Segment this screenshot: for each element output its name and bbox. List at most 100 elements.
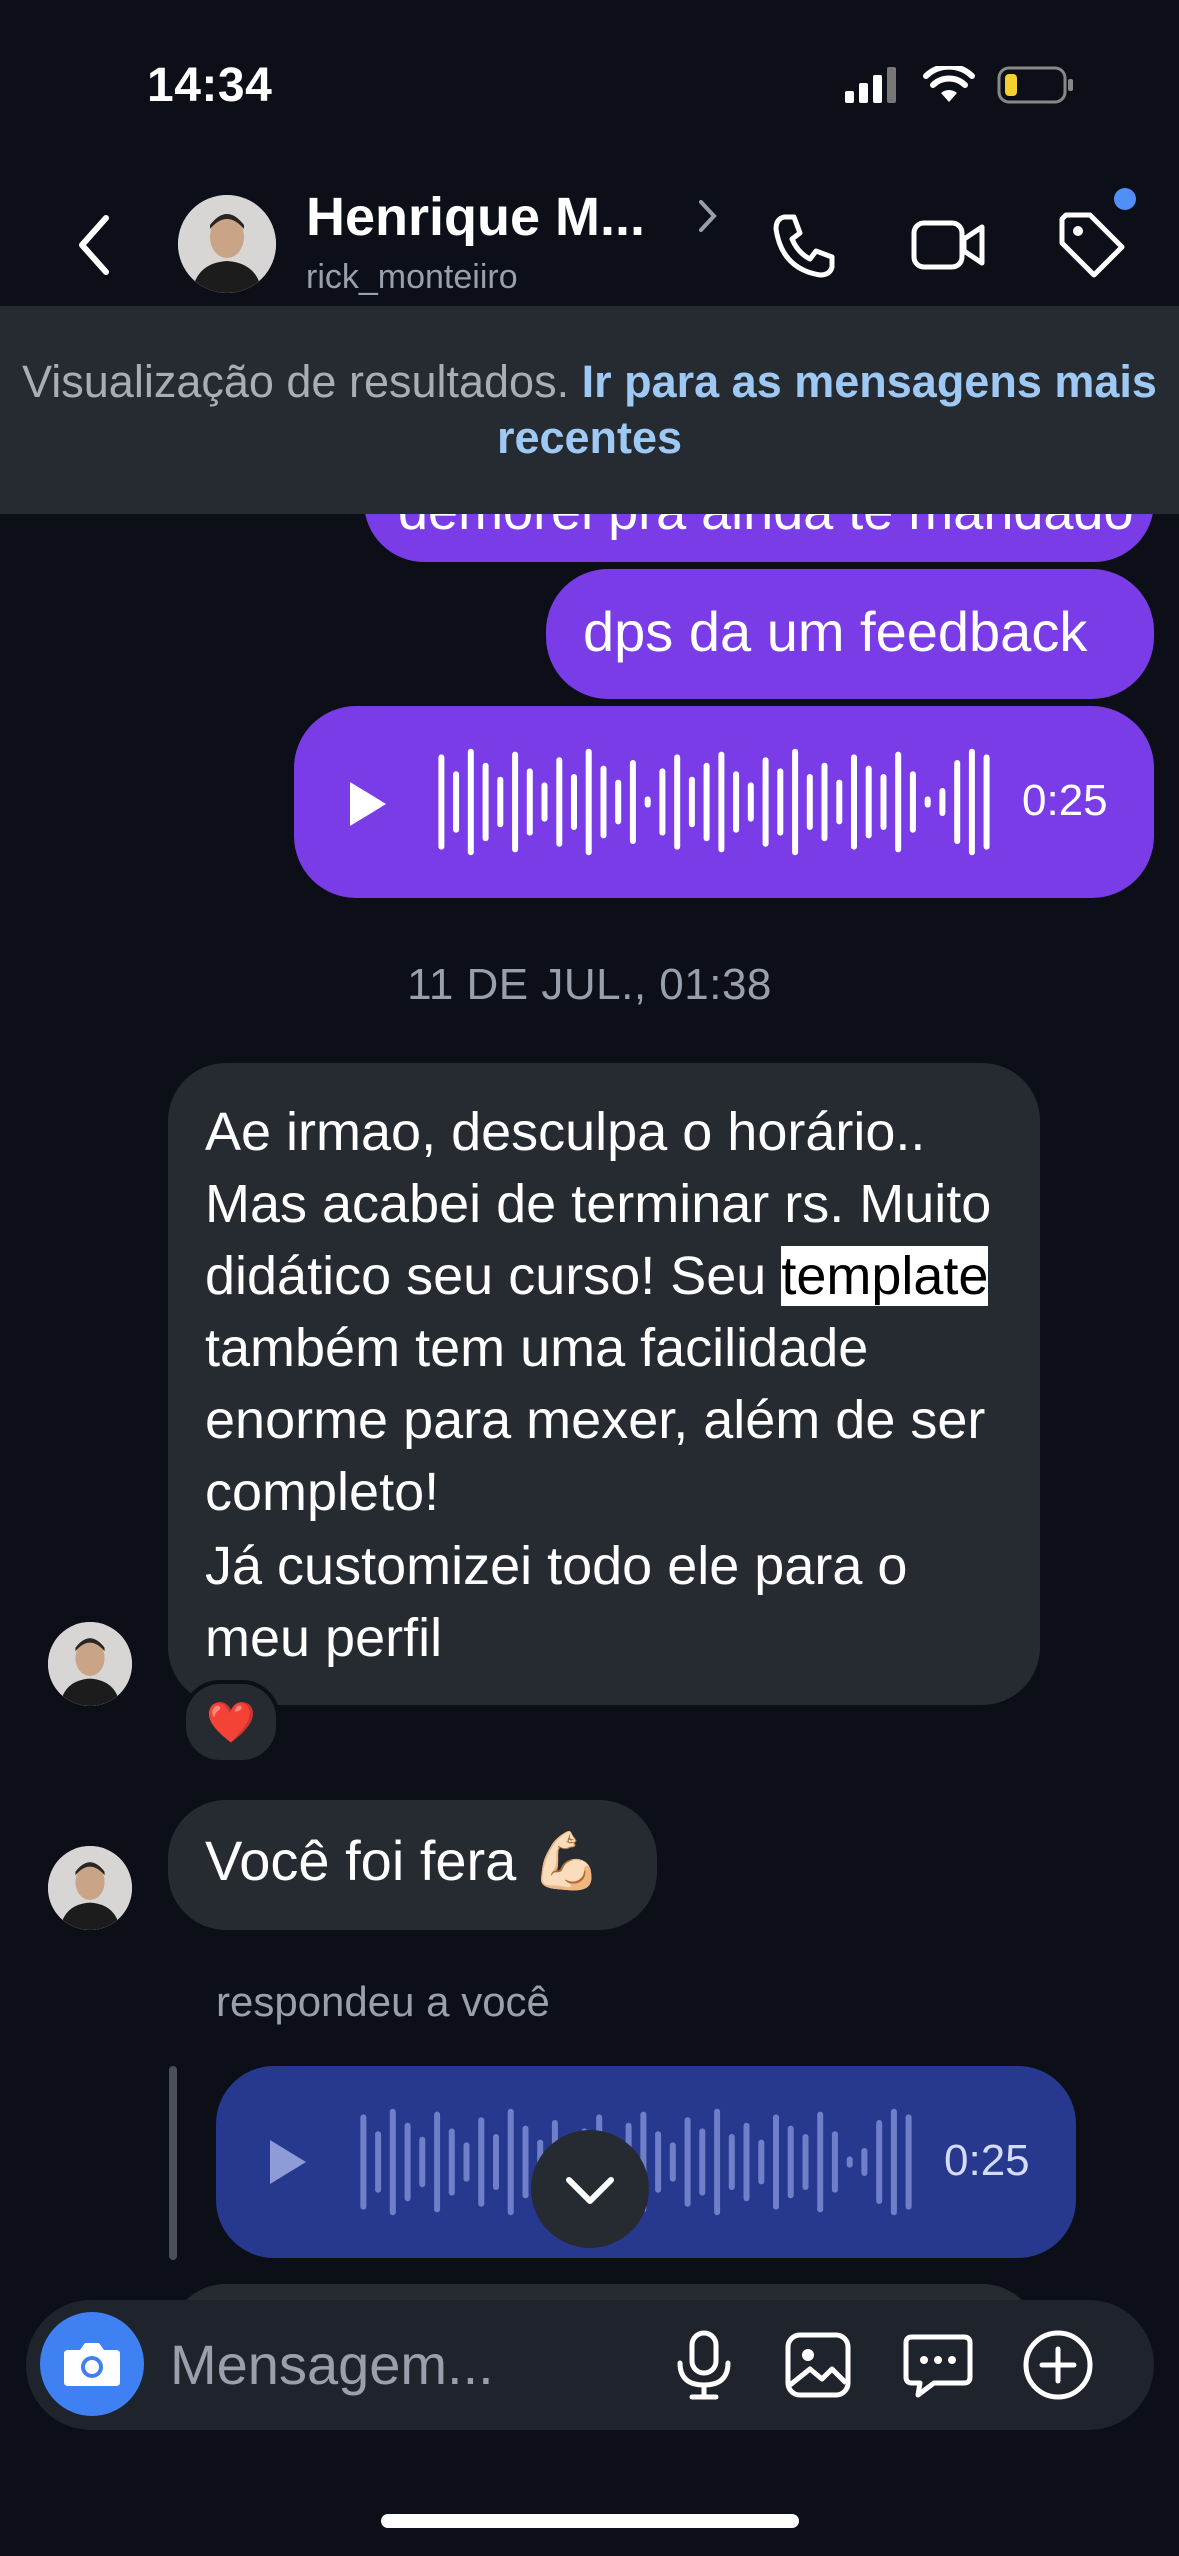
play-icon[interactable] — [266, 2136, 310, 2188]
highlighted-word: template — [781, 1246, 989, 1306]
back-chevron-icon[interactable] — [70, 210, 120, 280]
message-input[interactable]: Mensagem... — [170, 2332, 494, 2397]
waveform-bar — [669, 2142, 676, 2182]
waveform-bar — [806, 774, 813, 830]
waveform-bar — [600, 765, 607, 839]
waveform-bar — [556, 757, 563, 847]
waveform-bar — [773, 2114, 779, 2210]
waveform-bar — [792, 748, 799, 856]
waveform-bar — [463, 2142, 470, 2182]
waveform-bar — [526, 768, 533, 836]
message-text: Você foi fera 💪🏻 — [205, 1829, 602, 1892]
chat-bubble-icon[interactable] — [898, 2325, 978, 2405]
waveform-bar — [360, 2114, 367, 2210]
waveform-bar — [851, 754, 857, 850]
sender-avatar[interactable] — [48, 1846, 132, 1930]
message-bubble-incoming[interactable]: Você foi fera 💪🏻 — [168, 1800, 657, 1930]
waveform-bar — [615, 779, 622, 825]
heart-reaction[interactable]: ❤️ — [182, 1680, 280, 1764]
waveform-bar — [375, 2131, 382, 2193]
waveform-bar — [733, 771, 740, 833]
waveform-bar — [747, 782, 754, 822]
waveform-bar — [585, 748, 592, 856]
waveform-bar — [434, 2111, 441, 2213]
waveform-bar — [482, 762, 489, 842]
waveform-bar — [404, 2122, 411, 2202]
waveform-bar — [762, 757, 769, 847]
waveform-bar — [699, 2128, 706, 2196]
add-circle-icon[interactable] — [1018, 2325, 1098, 2405]
sender-avatar[interactable] — [48, 1622, 132, 1706]
voice-message-outgoing[interactable]: 0:25 — [294, 706, 1154, 898]
waveform-bar — [438, 754, 445, 850]
message-text: Ae irmao, desculpa o horário.. Mas acabe… — [205, 1096, 1025, 1674]
tag-icon[interactable] — [1052, 205, 1132, 285]
waveform-bar — [895, 751, 902, 853]
gallery-icon[interactable] — [778, 2325, 858, 2405]
waveform-bar — [714, 2108, 721, 2216]
message-bubble-incoming[interactable]: Ae irmao, desculpa o horário.. Mas acabe… — [168, 1063, 1040, 1705]
camera-button[interactable] — [40, 2312, 144, 2416]
chevron-right-icon[interactable] — [696, 198, 720, 234]
waveform-bar — [467, 748, 474, 856]
waveform-bar — [419, 2136, 426, 2188]
status-icons — [845, 60, 1075, 110]
microphone-icon[interactable] — [664, 2325, 744, 2405]
scroll-to-bottom-button[interactable] — [531, 2130, 649, 2248]
waveform-bar — [880, 774, 887, 830]
waveform-bar — [571, 774, 577, 830]
play-icon[interactable] — [346, 778, 390, 830]
waveform-bar — [684, 2117, 691, 2207]
waveform-bar — [497, 776, 504, 828]
waveform-bar — [728, 2134, 735, 2190]
waveform-bar — [758, 2139, 765, 2185]
waveform-bar — [836, 779, 843, 825]
waveform-bar — [655, 2131, 662, 2193]
waveform-bar — [674, 754, 681, 850]
replied-label: respondeu a você — [216, 1978, 550, 2025]
waveform-bar — [703, 762, 710, 842]
waveform-bar — [512, 751, 519, 853]
waveform-bar — [802, 2134, 809, 2190]
chevron-down-icon — [566, 2177, 614, 2204]
voice-duration: 0:25 — [1022, 776, 1108, 825]
voice-duration: 0:25 — [944, 2136, 1030, 2185]
waveform-bar — [644, 796, 651, 808]
status-time: 14:34 — [147, 59, 273, 112]
results-preview-banner: Visualização de resultados. Ir para as m… — [0, 306, 1179, 514]
waveform-bar — [448, 2128, 455, 2196]
waveform-bar — [659, 768, 666, 836]
waveform-bar — [629, 760, 636, 844]
message-bubble-outgoing[interactable]: dps da um feedback — [546, 569, 1154, 699]
waveform-bar — [939, 788, 946, 816]
waveform-bar — [453, 771, 460, 833]
waveform-bar — [924, 796, 931, 808]
signal-icon — [845, 67, 896, 103]
waveform-bar — [817, 2111, 824, 2213]
battery-icon — [997, 66, 1073, 104]
contact-username[interactable]: rick_monteiiro — [306, 258, 518, 297]
contact-avatar[interactable] — [178, 195, 276, 293]
waveform-bar — [478, 2117, 485, 2207]
notification-dot — [1114, 188, 1136, 210]
waveform-bar — [821, 762, 828, 842]
waveform-bar — [876, 2120, 883, 2204]
wifi-icon — [923, 66, 975, 102]
camera-icon — [64, 2343, 120, 2386]
date-separator: 11 DE JUL., 01:38 — [407, 960, 772, 1009]
waveform-bar — [522, 2125, 529, 2199]
waveform-bar — [905, 2114, 912, 2210]
go-to-recent-link[interactable]: Ir para as mensagens mais recentes — [497, 356, 1157, 463]
waveform-bar — [983, 754, 990, 850]
waveform-bar — [507, 2108, 514, 2216]
waveform-bar — [909, 771, 916, 833]
waveform-bar — [968, 748, 975, 856]
phone-icon[interactable] — [764, 205, 844, 285]
waveform-bar — [688, 776, 695, 828]
waveform-bar — [777, 768, 784, 836]
waveform-bar — [743, 2122, 750, 2202]
contact-name[interactable]: Henrique M... — [306, 186, 645, 248]
waveform-bar — [831, 2131, 838, 2193]
waveform-bar — [541, 782, 548, 822]
video-call-icon[interactable] — [908, 205, 988, 285]
